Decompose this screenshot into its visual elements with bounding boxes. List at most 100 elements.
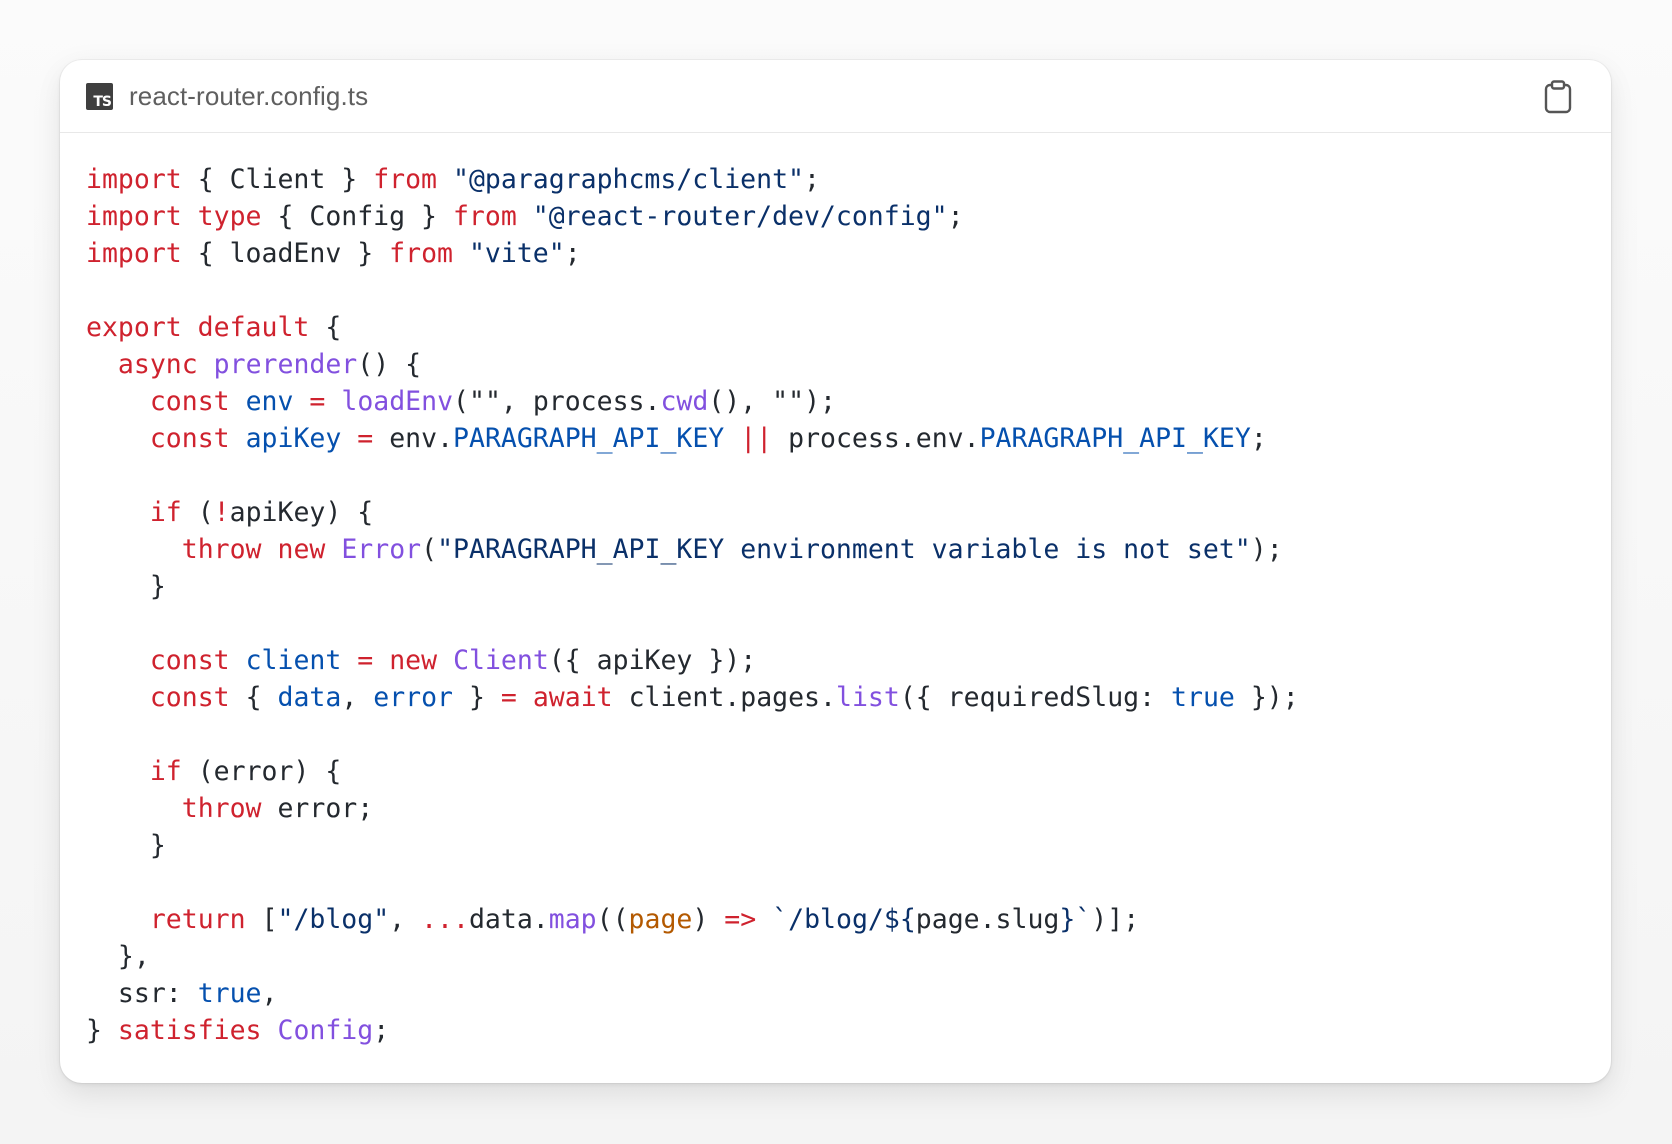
- code-token: loadEnv: [341, 386, 454, 417]
- code-token: (: [181, 497, 214, 528]
- code-token: =: [357, 423, 374, 454]
- code-block-header: TS react-router.config.ts: [60, 60, 1611, 133]
- code-token: "@paragraphcms/client": [452, 164, 804, 195]
- code-line: import { loadEnv } from "vite";: [86, 235, 1611, 272]
- code-token: )];: [1091, 904, 1140, 935]
- code-token: ,: [261, 978, 278, 1009]
- code-line: if (error) {: [86, 753, 1611, 790]
- code-token: Client: [453, 645, 549, 676]
- code-line: import type { Config } from "@react-rout…: [86, 198, 1611, 235]
- code-token: client.pages.: [612, 682, 836, 713]
- code-line: }: [86, 827, 1611, 864]
- code-token: from: [389, 238, 453, 269]
- code-token: ;: [1250, 423, 1267, 454]
- code-token: ;: [803, 164, 820, 195]
- code-token: });: [1234, 682, 1299, 713]
- code-line: return ["/blog", ...data.map((page) => `…: [86, 901, 1611, 938]
- code-token: if: [149, 756, 182, 787]
- code-token: }`: [1059, 904, 1092, 935]
- code-token: list: [835, 682, 900, 713]
- code-token: },: [86, 941, 150, 972]
- code-token: ;: [373, 1015, 390, 1046]
- copy-button[interactable]: [1543, 80, 1573, 114]
- code-token: !: [213, 497, 230, 528]
- clipboard-icon: [1544, 80, 1572, 114]
- code-token: (), "");: [708, 386, 836, 417]
- code-token: Config: [277, 1015, 374, 1046]
- code-token: Error: [341, 534, 422, 565]
- code-token: "/blog": [277, 904, 390, 935]
- code-token: const: [149, 423, 230, 454]
- code-token: (: [421, 534, 438, 565]
- code-token: import: [86, 238, 182, 269]
- code-token: ssr:: [86, 978, 198, 1009]
- code-token: );: [1250, 534, 1283, 565]
- code-token: }: [86, 830, 166, 861]
- code-token: true: [1171, 682, 1235, 713]
- code-line: throw new Error("PARAGRAPH_API_KEY envir…: [86, 531, 1611, 568]
- code-token: =: [500, 682, 517, 713]
- code-token: {: [229, 682, 278, 713]
- code-line: if (!apiKey) {: [86, 494, 1611, 531]
- typescript-file-icon: TS: [86, 82, 113, 110]
- code-token: [: [245, 904, 278, 935]
- code-token: from: [373, 164, 438, 195]
- code-token: ;: [947, 201, 964, 232]
- code-token: satisfies: [117, 1015, 262, 1046]
- code-token: import: [86, 164, 182, 195]
- code-token: apiKey: [245, 423, 342, 454]
- code-token: new: [389, 645, 438, 676]
- code-token: apiKey) {: [229, 497, 374, 528]
- code-token: ,: [341, 682, 374, 713]
- code-token: }: [86, 1015, 118, 1046]
- code-token: }: [453, 682, 501, 713]
- code-token: error: [373, 682, 454, 713]
- code-token: ("", process.: [453, 386, 661, 417]
- code-token: map: [548, 904, 597, 935]
- code-line: const { data, error } = await client.pag…: [86, 679, 1611, 716]
- code-token: env.: [373, 423, 454, 454]
- code-token: error;: [261, 793, 374, 824]
- code-token: ): [692, 904, 725, 935]
- code-line: }: [86, 568, 1611, 605]
- code-token: ({ apiKey });: [548, 645, 757, 676]
- code-line: const client = new Client({ apiKey });: [86, 642, 1611, 679]
- code-token: PARAGRAPH_API_KEY: [453, 423, 725, 454]
- code-token: ((: [596, 904, 629, 935]
- code-token: prerender: [213, 349, 358, 380]
- code-block-card: TS react-router.config.ts import { Clien…: [60, 60, 1611, 1083]
- code-line: const apiKey = env.PARAGRAPH_API_KEY || …: [86, 420, 1611, 457]
- code-token: true: [197, 978, 262, 1009]
- code-token: ,: [389, 904, 422, 935]
- file-name: react-router.config.ts: [129, 80, 369, 111]
- page-background: TS react-router.config.ts import { Clien…: [0, 0, 1672, 1144]
- code-token: return: [149, 904, 246, 935]
- code-token: new: [277, 534, 326, 565]
- code-line: ssr: true,: [86, 975, 1611, 1012]
- code-token: =: [357, 645, 374, 676]
- code-token: {: [309, 312, 342, 343]
